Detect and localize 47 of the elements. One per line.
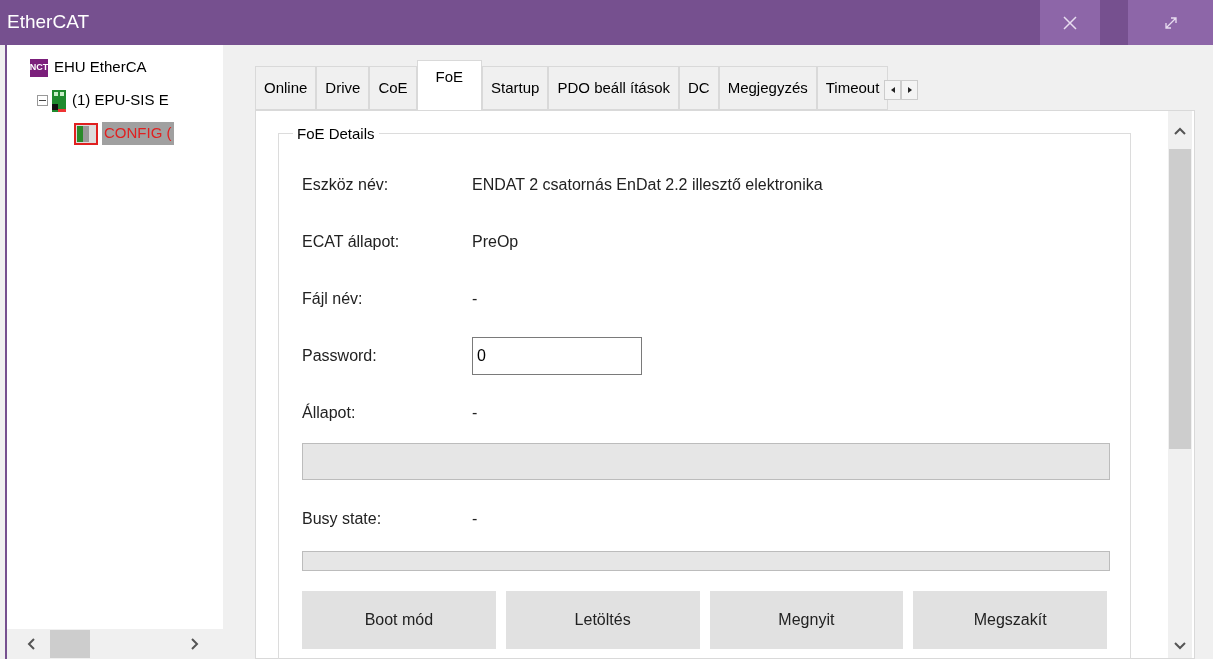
tab[interactable]: Drive [316,66,370,110]
action-button[interactable]: Megnyit [709,591,904,649]
expand-icon [1163,15,1178,30]
tab[interactable]: FoE [416,60,483,110]
action-button[interactable]: Letöltés [505,591,700,649]
scroll-down-icon[interactable] [1174,642,1186,650]
field-label: Busy state: [302,508,383,529]
vertical-scrollbar[interactable] [1168,111,1192,658]
minus-icon [39,97,46,104]
field-label: Állapot: [302,402,357,423]
tab[interactable]: Startup [482,66,549,110]
field-value: - [472,288,478,309]
tab[interactable]: Timeout [816,66,889,110]
password-field[interactable]: 0 [472,336,642,375]
tree-item[interactable]: (1) EPU-SIS E [70,89,171,112]
tab[interactable]: PDO beáll ítások [548,66,679,110]
window-title: EtherCAT [6,10,90,35]
field-value: - [472,508,478,529]
triangle-left-icon [890,87,895,93]
tab[interactable]: Online [255,66,317,110]
tab-scroll-right[interactable] [901,80,919,100]
triangle-right-icon [907,87,912,93]
scrollbar-thumb[interactable] [50,630,90,658]
action-button[interactable]: Boot mód [302,591,496,649]
scroll-up-icon[interactable] [1174,127,1186,135]
field-value: ENDAT 2 csatornás EnDat 2.2 illesztő elektronika [472,174,823,195]
close-icon [1063,15,1077,30]
field-label: Password: [302,345,378,366]
module-icon [74,122,98,145]
tab[interactable]: CoE [369,66,417,110]
tree-item[interactable]: EHU EtherCA [52,56,149,79]
field-label: Eszköz név: [302,174,390,195]
field-value: PreOp [472,231,519,252]
action-button[interactable]: Megszakít [913,591,1107,649]
tab-scroll-left[interactable] [884,80,902,100]
scrollbar-thumb[interactable] [1169,149,1191,449]
scroll-right-icon[interactable] [191,638,199,650]
field-value: - [472,402,478,423]
network-icon: NCT [30,58,48,77]
field-label: ECAT állapot: [302,231,401,252]
tab[interactable]: DC [679,66,719,110]
field-label: Fájl név: [302,288,364,309]
device-icon [52,89,66,112]
scroll-left-icon[interactable] [27,638,35,650]
tab[interactable]: Megjegyzés [718,66,817,110]
collapse-toggle[interactable] [37,95,48,106]
horizontal-scrollbar[interactable] [7,629,223,659]
